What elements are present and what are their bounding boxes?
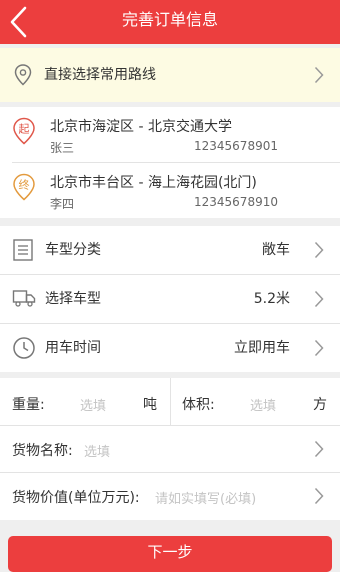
cargo-value-input[interactable]: 请如实填写(必填): [155, 488, 256, 507]
volume-unit: 方: [313, 397, 327, 413]
cargo-value-label: 货物价值(单位万元):: [12, 490, 140, 506]
choose-route-label: 直接选择常用路线: [44, 67, 156, 83]
start-address: 北京市海淀区 - 北京交通大学: [50, 119, 232, 135]
use-time-row[interactable]: 用车时间 立即用车: [0, 324, 340, 372]
vehicle-type-value: 敞车: [262, 242, 290, 258]
clock-icon: [13, 337, 35, 359]
weight-unit: 吨: [143, 397, 157, 413]
chevron-right-icon: [314, 487, 324, 505]
start-contact-name: 张三: [50, 141, 75, 155]
vehicle-model-row[interactable]: 选择车型 5.2米: [0, 275, 340, 323]
cargo-value-row[interactable]: 货物价值(单位万元): 请如实填写(必填): [0, 473, 340, 520]
start-badge-text: 起: [19, 123, 30, 136]
vehicle-type-label: 车型分类: [45, 242, 101, 258]
address-section: 起 北京市海淀区 - 北京交通大学 张三 12345678901 终 北京市丰台…: [0, 107, 340, 218]
vehicle-type-row[interactable]: 车型分类 敞车: [0, 226, 340, 274]
weight-input[interactable]: 选填: [80, 395, 106, 414]
start-contact-phone: 12345678901: [194, 139, 278, 153]
choose-route-row[interactable]: 直接选择常用路线: [0, 48, 340, 102]
start-address-row[interactable]: 起 北京市海淀区 - 北京交通大学 张三 12345678901: [0, 107, 340, 162]
chevron-right-icon: [314, 440, 324, 458]
header-bar: 完善订单信息: [0, 0, 340, 44]
vehicle-section: 车型分类 敞车 选择车型 5.2米 用车时间 立即用车: [0, 226, 340, 372]
divider: [170, 378, 171, 425]
start-pin-icon: 起: [13, 117, 35, 145]
chevron-right-icon: [314, 339, 324, 357]
end-address: 北京市丰台区 - 海上海花园(北门): [50, 175, 257, 191]
chevron-right-icon: [314, 241, 324, 259]
document-list-icon: [13, 239, 33, 261]
end-pin-icon: 终: [13, 173, 35, 201]
use-time-label: 用车时间: [45, 340, 101, 356]
chevron-right-icon: [314, 290, 324, 308]
end-badge-text: 终: [19, 178, 30, 192]
cargo-section: 重量: 选填 吨 体积: 选填 方 货物名称: 选填 货物价值(单位万元): 请…: [0, 378, 340, 520]
cargo-name-label: 货物名称:: [12, 443, 73, 459]
weight-label: 重量:: [12, 397, 45, 413]
end-address-row[interactable]: 终 北京市丰台区 - 海上海花园(北门) 李四 12345678910: [0, 163, 340, 218]
location-pin-icon: [14, 64, 32, 86]
cargo-name-input[interactable]: 选填: [84, 441, 110, 460]
chevron-right-icon: [314, 66, 324, 84]
next-step-button[interactable]: 下一步: [8, 536, 332, 572]
use-time-value: 立即用车: [234, 340, 290, 356]
volume-input[interactable]: 选填: [250, 395, 276, 414]
cargo-name-row[interactable]: 货物名称: 选填: [0, 426, 340, 472]
vehicle-model-value: 5.2米: [253, 291, 290, 307]
end-contact-name: 李四: [50, 197, 75, 211]
volume-label: 体积:: [182, 397, 215, 413]
end-contact-phone: 12345678910: [194, 195, 278, 209]
page-title: 完善订单信息: [121, 10, 218, 29]
vehicle-model-label: 选择车型: [45, 291, 101, 307]
truck-icon: [12, 290, 36, 307]
